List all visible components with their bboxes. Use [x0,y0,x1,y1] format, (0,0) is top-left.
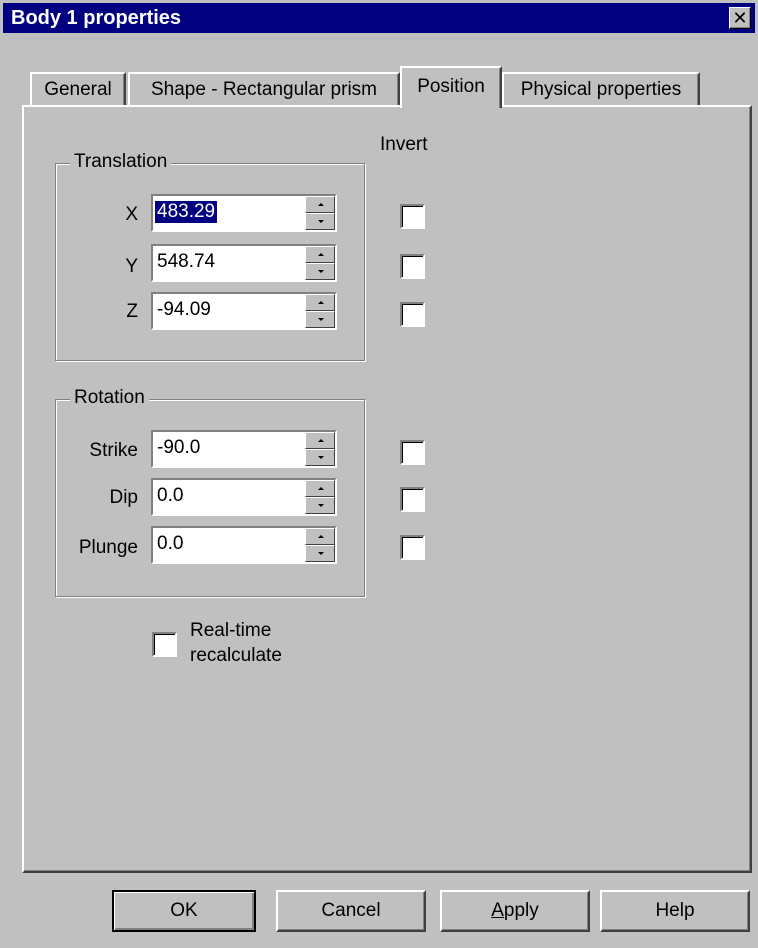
rotation-strike-spinner[interactable] [305,432,335,466]
realtime-label-line1: Real-time [190,620,272,641]
rotation-strike-spinbox[interactable]: -90.0 [151,430,337,468]
active-tab-join [402,104,498,108]
spin-down-icon[interactable] [305,263,335,280]
translation-y-value[interactable]: 548.74 [155,251,217,273]
spin-up-icon[interactable] [305,294,335,311]
translation-z-spinner[interactable] [305,294,335,328]
rotation-dip-value[interactable]: 0.0 [155,485,185,507]
spin-up-icon[interactable] [305,480,335,497]
spin-down-icon[interactable] [305,449,335,466]
help-button[interactable]: Help [600,890,750,932]
title-bar[interactable]: Body 1 properties ✕ [3,3,755,33]
translation-y-label: Y [125,256,138,277]
tab-general[interactable]: General [30,72,126,106]
spin-up-icon[interactable] [305,246,335,263]
rotation-group-label: Rotation [70,387,149,409]
translation-x-label: X [125,204,138,225]
cancel-button[interactable]: Cancel [276,890,426,932]
realtime-recalculate-checkbox[interactable] [152,632,177,657]
close-icon[interactable]: ✕ [729,7,751,29]
tab-general-label: General [44,79,112,100]
tab-position[interactable]: Position [400,66,502,108]
spin-down-icon[interactable] [305,213,335,230]
rotation-plunge-spinbox[interactable]: 0.0 [151,526,337,564]
invert-z-checkbox[interactable] [400,302,425,327]
rotation-dip-label: Dip [109,487,138,508]
properties-dialog: Body 1 properties ✕ General Shape - Rect… [0,0,758,948]
translation-x-spinbox[interactable]: 483.29 [151,194,337,232]
translation-group-label: Translation [70,151,172,173]
translation-y-spinner[interactable] [305,246,335,280]
spin-down-icon[interactable] [305,497,335,514]
translation-z-label: Z [126,301,138,322]
invert-x-checkbox[interactable] [400,204,425,229]
tab-shape-label: Shape - Rectangular prism [151,79,377,100]
apply-button[interactable]: Apply [440,890,590,932]
tab-physical-properties[interactable]: Physical properties [502,72,700,106]
spin-down-icon[interactable] [305,545,335,562]
rotation-plunge-spinner[interactable] [305,528,335,562]
invert-y-checkbox[interactable] [400,254,425,279]
rotation-strike-label: Strike [89,440,138,461]
invert-dip-checkbox[interactable] [400,487,425,512]
translation-x-spinner[interactable] [305,196,335,230]
realtime-recalculate-label[interactable]: Real-time recalculate [190,618,282,668]
rotation-dip-spinner[interactable] [305,480,335,514]
rotation-plunge-label: Plunge [78,537,138,558]
rotation-plunge-value[interactable]: 0.0 [155,533,185,555]
spin-up-icon[interactable] [305,196,335,213]
spin-up-icon[interactable] [305,528,335,545]
spin-up-icon[interactable] [305,432,335,449]
rotation-strike-value[interactable]: -90.0 [155,437,202,459]
tab-position-label: Position [417,76,485,97]
invert-plunge-checkbox[interactable] [400,535,425,560]
invert-strike-checkbox[interactable] [400,440,425,465]
tab-physical-label: Physical properties [520,79,682,100]
spin-down-icon[interactable] [305,311,335,328]
rotation-dip-spinbox[interactable]: 0.0 [151,478,337,516]
tab-shape[interactable]: Shape - Rectangular prism [128,72,400,106]
translation-x-value[interactable]: 483.29 [155,201,218,223]
realtime-label-line2: recalculate [190,645,282,666]
invert-label: Invert [380,134,428,155]
translation-z-value[interactable]: -94.09 [155,299,213,321]
translation-z-spinbox[interactable]: -94.09 [151,292,337,330]
window-title: Body 1 properties [11,7,182,29]
ok-button[interactable]: OK [112,890,256,932]
translation-y-spinbox[interactable]: 548.74 [151,244,337,282]
